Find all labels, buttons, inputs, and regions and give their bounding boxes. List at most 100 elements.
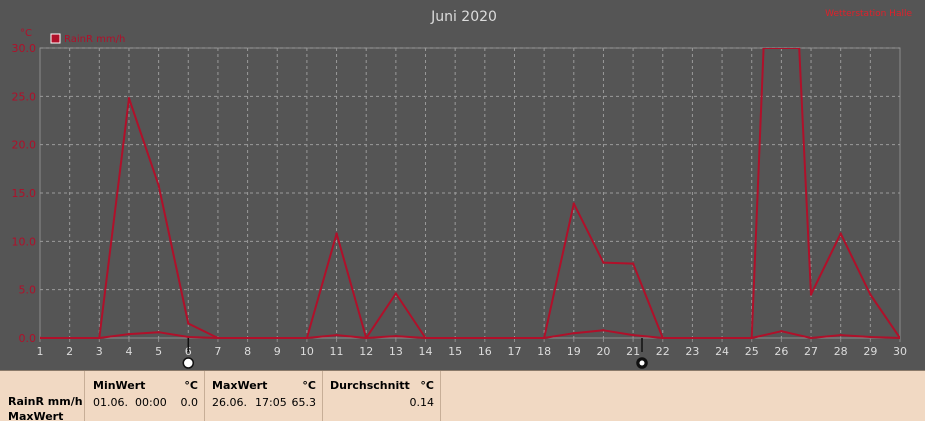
stats-row-label: RainR mm/h bbox=[8, 395, 83, 408]
min-cell: MinWert °C 01.06. 00:00 0.0 bbox=[85, 371, 205, 421]
x-tick-label: 10 bbox=[300, 345, 314, 358]
x-tick-label: 14 bbox=[419, 345, 433, 358]
data-point bbox=[305, 336, 309, 340]
data-point bbox=[572, 331, 575, 335]
min-value: 0.0 bbox=[180, 396, 199, 409]
avg-cell: Durchschnitt °C 0.14 bbox=[323, 371, 441, 421]
x-tick-label: 21 bbox=[626, 345, 640, 358]
max-date: 26.06. bbox=[212, 396, 247, 409]
x-tick-label: 13 bbox=[389, 345, 403, 358]
data-point bbox=[127, 332, 131, 336]
rain-chart: Juni 2020 Wetterstation Halle °C RainR m… bbox=[12, 9, 912, 369]
data-point bbox=[631, 262, 635, 265]
data-point bbox=[661, 336, 664, 340]
x-tick-label: 9 bbox=[274, 345, 281, 358]
data-point bbox=[40, 336, 42, 340]
x-tick-label: 3 bbox=[96, 345, 103, 358]
data-point bbox=[335, 232, 338, 235]
x-tick-label: 30 bbox=[893, 345, 907, 358]
data-point bbox=[187, 335, 190, 339]
x-tick-label: 8 bbox=[244, 345, 251, 358]
data-point bbox=[602, 261, 605, 264]
data-point bbox=[839, 333, 842, 337]
x-tick-label: 4 bbox=[125, 345, 132, 358]
max-title: MaxWert bbox=[212, 379, 268, 392]
data-point bbox=[809, 293, 813, 296]
x-tick-label: 28 bbox=[834, 345, 848, 358]
full-moon-icon bbox=[182, 357, 195, 369]
data-point bbox=[216, 336, 220, 340]
x-tick-label: 12 bbox=[359, 345, 373, 358]
x-axis-ticks: 1234567891011121314151617181920212223242… bbox=[37, 345, 908, 358]
data-point bbox=[750, 336, 753, 340]
y-unit-label: °C bbox=[20, 28, 32, 39]
data-point bbox=[98, 336, 101, 340]
x-tick-label: 17 bbox=[507, 345, 521, 358]
x-tick-label: 1 bbox=[37, 345, 44, 358]
data-point bbox=[157, 184, 160, 187]
max-cell: MaxWert °C 26.06. 17:05 65.3 bbox=[205, 371, 323, 421]
y-axis-ticks: 0.0 5.0 10.0 15.0 20.0 25.0 30.0 bbox=[12, 42, 37, 345]
data-point bbox=[797, 48, 801, 50]
x-tick-label: 5 bbox=[155, 345, 162, 358]
y-tick-label: 30.0 bbox=[12, 42, 37, 55]
data-point bbox=[187, 322, 190, 325]
x-tick-label: 11 bbox=[330, 345, 344, 358]
legend-swatch bbox=[50, 33, 61, 44]
series-line bbox=[40, 329, 900, 339]
data-point bbox=[542, 336, 546, 340]
avg-title: Durchschnitt bbox=[330, 379, 410, 392]
y-tick-label: 10.0 bbox=[12, 235, 37, 248]
x-tick-label: 18 bbox=[537, 345, 551, 358]
data-point bbox=[809, 336, 813, 340]
y-tick-label: 25.0 bbox=[12, 90, 37, 103]
grid bbox=[39, 47, 901, 342]
data-point bbox=[394, 334, 398, 338]
x-tick-label: 24 bbox=[715, 345, 729, 358]
stats-panel: RainR mm/h MaxWert MinWert °C 01.06. 00:… bbox=[0, 370, 925, 421]
data-point bbox=[839, 232, 842, 235]
stats-row-label-2: MaxWert bbox=[8, 410, 64, 421]
x-tick-label: 2 bbox=[66, 345, 73, 358]
chart-title: Juni 2020 bbox=[430, 9, 497, 25]
min-time: 00:00 bbox=[135, 396, 167, 409]
x-tick-label: 26 bbox=[774, 345, 788, 358]
x-tick-label: 19 bbox=[567, 345, 581, 358]
min-title: MinWert bbox=[93, 379, 146, 392]
data-point bbox=[157, 331, 160, 334]
new-moon-icon-inner bbox=[639, 360, 645, 366]
x-tick-label: 23 bbox=[685, 345, 699, 358]
y-tick-label: 15.0 bbox=[12, 187, 37, 200]
x-tick-label: 22 bbox=[656, 345, 670, 358]
max-value: 65.3 bbox=[291, 396, 317, 409]
data-point bbox=[869, 293, 872, 296]
x-tick-label: 25 bbox=[745, 345, 759, 358]
y-tick-label: 5.0 bbox=[19, 284, 37, 297]
data-point bbox=[335, 333, 338, 337]
data-point bbox=[424, 336, 427, 340]
max-time: 17:05 bbox=[255, 396, 287, 409]
legend-label: RainR mm/h bbox=[64, 34, 125, 45]
data-point bbox=[602, 329, 605, 332]
avg-unit: °C bbox=[420, 379, 434, 392]
x-tick-label: 16 bbox=[478, 345, 492, 358]
data-point bbox=[762, 48, 765, 50]
data-point bbox=[631, 333, 635, 337]
station-label: Wetterstation Halle bbox=[825, 9, 912, 19]
x-tick-label: 15 bbox=[448, 345, 462, 358]
avg-value: 0.14 bbox=[409, 396, 435, 409]
data-point bbox=[572, 202, 575, 205]
x-tick-label: 20 bbox=[596, 345, 610, 358]
y-tick-label: 20.0 bbox=[12, 139, 37, 152]
y-tick-label: 0.0 bbox=[19, 332, 37, 345]
max-unit: °C bbox=[302, 379, 316, 392]
min-date: 01.06. bbox=[93, 396, 128, 409]
data-point bbox=[780, 330, 783, 333]
data-point bbox=[127, 97, 131, 100]
data-point bbox=[898, 336, 900, 340]
x-tick-label: 27 bbox=[804, 345, 818, 358]
x-tick-label: 7 bbox=[214, 345, 221, 358]
x-tick-label: 29 bbox=[863, 345, 877, 358]
min-unit: °C bbox=[184, 379, 198, 392]
data-point bbox=[365, 336, 368, 340]
